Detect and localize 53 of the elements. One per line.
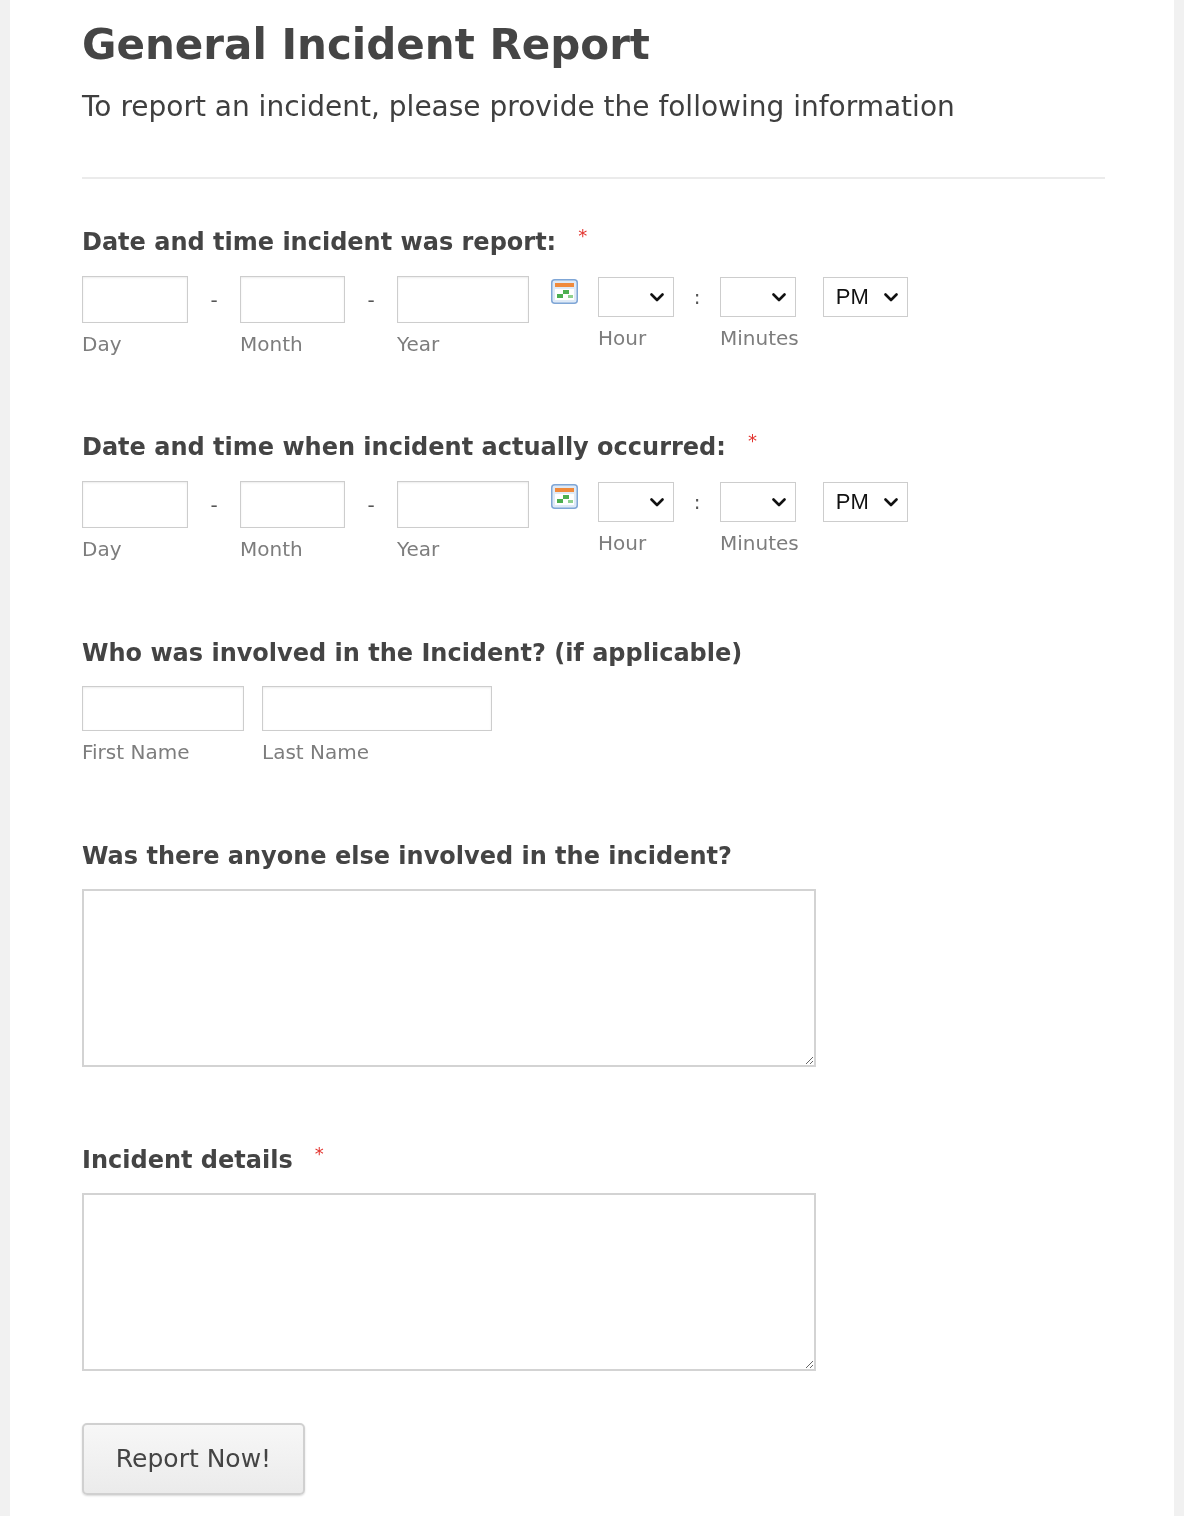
calendar-icon[interactable] [551, 279, 578, 304]
date-separator: - [210, 287, 218, 312]
year-input[interactable] [397, 481, 529, 528]
input-caption: Day [82, 536, 122, 563]
input-caption: Year [397, 331, 440, 358]
time-separator: : [693, 490, 701, 514]
input-caption: Hour [598, 530, 647, 557]
form-description: To report an incident, please provide the following information [82, 89, 955, 125]
required-mark: * [578, 225, 588, 247]
chevron-down-icon [883, 292, 898, 302]
year-input[interactable] [397, 276, 529, 323]
text-area-field[interactable] [82, 889, 816, 1067]
chevron-down-icon [772, 497, 786, 507]
input-caption: Day [82, 331, 122, 358]
calendar-icon[interactable] [551, 484, 578, 509]
input-caption: First Name [82, 739, 190, 766]
field-label: Date and time incident was report: [82, 227, 557, 258]
page-title: General Incident Report [82, 19, 650, 71]
am-pm-dropdown[interactable]: PM [822, 482, 908, 522]
input-caption: Last Name [262, 739, 370, 766]
month-input[interactable] [240, 481, 345, 528]
required-mark: * [314, 1143, 324, 1165]
hour-dropdown[interactable] [598, 277, 674, 317]
hour-dropdown[interactable] [598, 482, 674, 522]
first-name-input[interactable] [82, 686, 244, 731]
date-separator: - [367, 287, 375, 312]
required-mark: * [747, 430, 757, 452]
field-label: Who was involved in the Incident? (if applicable) [82, 638, 743, 669]
input-caption: Minutes [720, 530, 799, 557]
text-area-field[interactable] [82, 1193, 816, 1371]
input-caption: Month [240, 331, 303, 358]
report-button[interactable]: Report Now! [82, 1423, 305, 1495]
input-caption: Month [240, 536, 303, 563]
minutes-dropdown[interactable] [720, 277, 796, 317]
chevron-down-icon [650, 292, 664, 302]
field-label: Incident details [82, 1145, 293, 1176]
chevron-down-icon [772, 292, 786, 302]
chevron-down-icon [650, 497, 664, 507]
minutes-dropdown[interactable] [720, 482, 796, 522]
chevron-down-icon [883, 497, 898, 507]
am-pm-dropdown[interactable]: PM [822, 277, 908, 317]
field-label: Date and time when incident actually occurred: [82, 432, 726, 463]
day-input[interactable] [82, 276, 188, 323]
input-caption: Hour [598, 325, 647, 352]
input-caption: Minutes [720, 325, 799, 352]
month-input[interactable] [240, 276, 345, 323]
input-caption: Year [397, 536, 440, 563]
field-label: Was there anyone else involved in the incident? [82, 841, 732, 872]
time-separator: : [693, 285, 701, 309]
last-name-input[interactable] [262, 686, 492, 731]
date-separator: - [367, 492, 375, 517]
day-input[interactable] [82, 481, 188, 528]
date-separator: - [210, 492, 218, 517]
